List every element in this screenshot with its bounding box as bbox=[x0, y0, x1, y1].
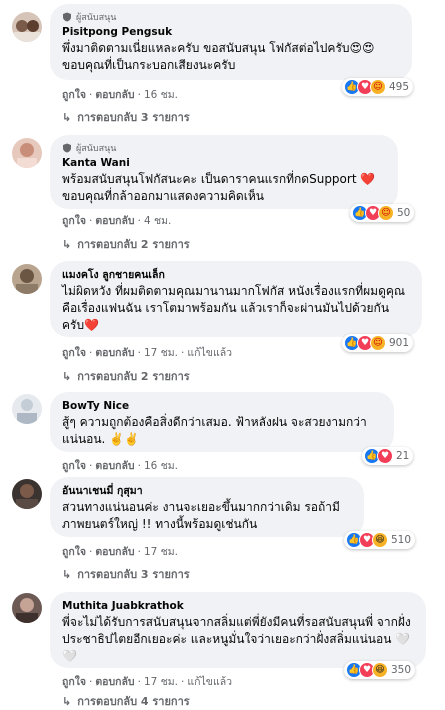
comment-time[interactable]: 16 ชม. bbox=[144, 460, 178, 472]
view-replies-link[interactable]: ↳ การตอบกลับ 4 รายการ bbox=[62, 692, 190, 710]
reaction-summary[interactable]: 👍 ♥ 21 bbox=[362, 447, 414, 465]
like-link[interactable]: ถูกใจ bbox=[62, 676, 86, 688]
view-replies-label: การตอบกลับ 3 รายการ bbox=[77, 568, 190, 581]
comment-text: พึ่งมาติดตามเนี่ยแหละครับ ขอสนับสนุน โฟก… bbox=[62, 41, 375, 72]
reaction-summary[interactable]: 👍 ♥ 😆 350 bbox=[344, 661, 416, 679]
care-reaction-icon: ☺ bbox=[378, 205, 394, 221]
reply-link[interactable]: ตอบกลับ bbox=[95, 546, 134, 558]
avatar[interactable] bbox=[12, 394, 42, 424]
comment-text: สู้ๆ ความถูกต้องคือสิ่งดีกว่าเสมอ. ฟ้าหล… bbox=[62, 415, 367, 446]
like-link[interactable]: ถูกใจ bbox=[62, 546, 86, 558]
avatar[interactable] bbox=[12, 138, 42, 168]
reply-link[interactable]: ตอบกลับ bbox=[95, 676, 134, 688]
avatar[interactable] bbox=[12, 479, 42, 509]
comment-time[interactable]: 17 ชม. bbox=[144, 347, 178, 359]
comment-author[interactable]: อันนาเชนมี่ กุสุมา bbox=[62, 484, 352, 499]
view-replies-link[interactable]: ↳ การตอบกลับ 2 รายการ bbox=[62, 367, 190, 385]
comment-time[interactable]: 17 ชม. bbox=[144, 676, 178, 688]
avatar[interactable] bbox=[12, 593, 42, 623]
reply-link[interactable]: ตอบกลับ bbox=[95, 215, 134, 227]
haha-reaction-icon: 😆 bbox=[372, 532, 388, 548]
view-replies-label: การตอบกลับ 2 รายการ bbox=[77, 370, 190, 383]
comment-bubble: ผู้สนับสนุน Pisitpong Pengsuk พึ่งมาติดต… bbox=[50, 4, 412, 80]
reaction-count: 901 bbox=[389, 337, 410, 349]
shield-icon bbox=[63, 143, 71, 153]
comment-actions: ถูกใจ · ตอบกลับ · 17 ชม. · แก้ไขแล้ว bbox=[62, 347, 233, 359]
comment-author[interactable]: Muthita Juabkrathok bbox=[62, 599, 414, 614]
comment-bubble: BowTy Nice สู้ๆ ความถูกต้องคือสิ่งดีกว่า… bbox=[50, 392, 394, 452]
comment-text: พี่จะไม่ได้รับการสนับสนุนจากสลิ่มแต่พี่ย… bbox=[62, 615, 411, 663]
like-link[interactable]: ถูกใจ bbox=[62, 89, 86, 101]
supporter-badge: ผู้สนับสนุน bbox=[62, 142, 386, 154]
reaction-count: 495 bbox=[389, 81, 410, 93]
reply-arrow-icon: ↳ bbox=[62, 370, 72, 383]
edited-label[interactable]: แก้ไขแล้ว bbox=[187, 347, 232, 359]
love-reaction-icon: ♥ bbox=[377, 448, 393, 464]
view-replies-link[interactable]: ↳ การตอบกลับ 3 รายการ bbox=[62, 565, 190, 583]
comment-author[interactable]: Pisitpong Pengsuk bbox=[62, 25, 400, 40]
reply-arrow-icon: ↳ bbox=[62, 568, 72, 581]
comment-text: ไม่ผิดหวัง ที่ผมติดตามคุณมานานมากโฟกัส ห… bbox=[62, 284, 406, 332]
comment-actions: ถูกใจ · ตอบกลับ · 16 ชม. bbox=[62, 460, 179, 472]
avatar[interactable] bbox=[12, 264, 42, 294]
comment-time[interactable]: 4 ชม. bbox=[144, 215, 171, 227]
like-link[interactable]: ถูกใจ bbox=[62, 347, 86, 359]
comment-actions: ถูกใจ · ตอบกลับ · 17 ชม. · แก้ไขแล้ว bbox=[62, 676, 233, 688]
reply-link[interactable]: ตอบกลับ bbox=[95, 460, 134, 472]
badge-label: ผู้สนับสนุน bbox=[76, 13, 117, 23]
reaction-summary[interactable]: 👍 ♥ ☺ 495 bbox=[342, 78, 414, 96]
comment-actions: ถูกใจ · ตอบกลับ · 4 ชม. bbox=[62, 215, 172, 227]
view-replies-link[interactable]: ↳ การตอบกลับ 2 รายการ bbox=[62, 235, 190, 253]
comment-author[interactable]: Kanta Wani bbox=[62, 156, 386, 171]
comment-actions: ถูกใจ · ตอบกลับ · 16 ชม. bbox=[62, 89, 179, 101]
reaction-summary[interactable]: 👍 ♥ ☺ 50 bbox=[350, 204, 415, 222]
reply-arrow-icon: ↳ bbox=[62, 695, 72, 708]
reply-link[interactable]: ตอบกลับ bbox=[95, 89, 134, 101]
comment-author[interactable]: แมงคโง ลูกชายคนเล็ก bbox=[62, 268, 410, 283]
comment-bubble: Muthita Juabkrathok พี่จะไม่ได้รับการสนั… bbox=[50, 592, 426, 668]
comment-bubble: แมงคโง ลูกชายคนเล็ก ไม่ผิดหวัง ที่ผมติดต… bbox=[50, 261, 422, 337]
comment-actions: ถูกใจ · ตอบกลับ · 17 ชม. bbox=[62, 546, 179, 558]
care-reaction-icon: ☺ bbox=[370, 79, 386, 95]
comment-time[interactable]: 17 ชม. bbox=[144, 546, 178, 558]
supporter-badge: ผู้สนับสนุน bbox=[62, 11, 400, 23]
like-link[interactable]: ถูกใจ bbox=[62, 215, 86, 227]
comment-bubble: ผู้สนับสนุน Kanta Wani พร้อมสนับสนุนโฟกั… bbox=[50, 135, 398, 209]
reaction-count: 350 bbox=[391, 664, 412, 676]
comment-time[interactable]: 16 ชม. bbox=[144, 89, 178, 101]
comment-text: พร้อมสนับสนุนโฟกัสนะคะ เป็นดาราคนแรกที่ก… bbox=[62, 172, 376, 203]
reaction-count: 50 bbox=[397, 207, 411, 219]
comment-author[interactable]: BowTy Nice bbox=[62, 399, 382, 414]
reply-arrow-icon: ↳ bbox=[62, 111, 72, 124]
comment-text: สวนทางแน่นอนค่ะ งานจะเยอะขึ้นมากกว่าเดิม… bbox=[62, 500, 340, 531]
view-replies-label: การตอบกลับ 4 รายการ bbox=[77, 695, 190, 708]
reply-arrow-icon: ↳ bbox=[62, 238, 72, 251]
avatar[interactable] bbox=[12, 12, 42, 42]
reply-link[interactable]: ตอบกลับ bbox=[95, 347, 134, 359]
reaction-summary[interactable]: 👍 ♥ ☺ 901 bbox=[342, 334, 414, 352]
view-replies-label: การตอบกลับ 3 รายการ bbox=[77, 111, 190, 124]
reaction-count: 21 bbox=[396, 450, 410, 462]
like-link[interactable]: ถูกใจ bbox=[62, 460, 86, 472]
haha-reaction-icon: 😆 bbox=[372, 662, 388, 678]
reaction-summary[interactable]: 👍 ♥ 😆 510 bbox=[344, 531, 416, 549]
badge-label: ผู้สนับสนุน bbox=[76, 144, 117, 154]
reaction-count: 510 bbox=[391, 534, 412, 546]
shield-icon bbox=[63, 12, 71, 22]
edited-label[interactable]: แก้ไขแล้ว bbox=[187, 676, 232, 688]
view-replies-label: การตอบกลับ 2 รายการ bbox=[77, 238, 190, 251]
comment-bubble: อันนาเชนมี่ กุสุมา สวนทางแน่นอนค่ะ งานจะ… bbox=[50, 477, 364, 537]
view-replies-link[interactable]: ↳ การตอบกลับ 3 รายการ bbox=[62, 108, 190, 126]
care-reaction-icon: ☺ bbox=[370, 335, 386, 351]
